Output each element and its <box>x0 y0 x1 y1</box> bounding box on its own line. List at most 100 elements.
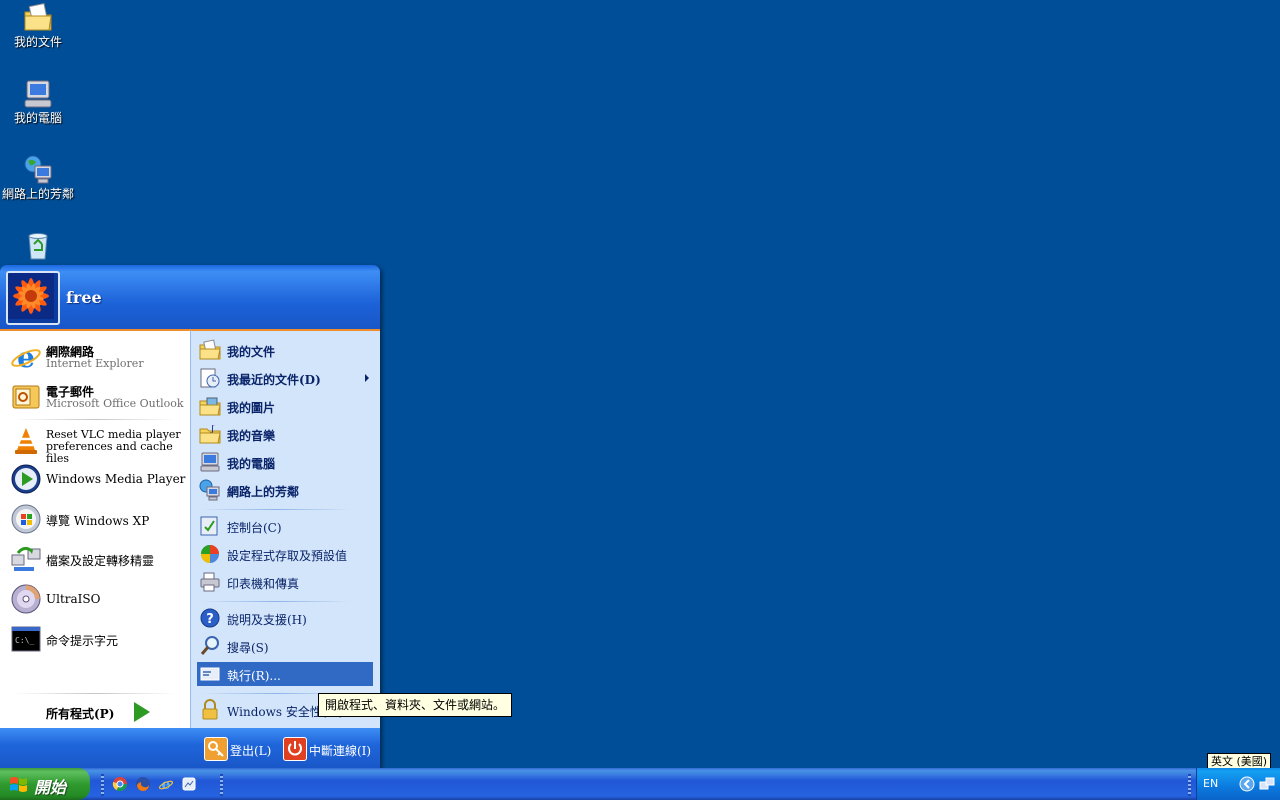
ie-icon[interactable]: e <box>158 776 174 792</box>
program-access-icon <box>201 545 219 563</box>
quick-launch-grip[interactable] <box>101 774 104 796</box>
tour-xp-icon <box>11 504 41 534</box>
my-computer-icon <box>24 80 52 108</box>
place-label: 說明及支援(H) <box>227 613 307 627</box>
program-title: 導覽 Windows XP <box>46 514 150 528</box>
program-internet-explorer[interactable]: e 網際網路 Internet Explorer <box>8 339 186 375</box>
submenu-arrow-icon <box>365 374 369 382</box>
place-label: 我的音樂 <box>227 429 276 443</box>
separator <box>201 601 351 602</box>
key-icon <box>204 737 228 761</box>
desktop-icon-my-computer[interactable]: 我的電腦 <box>0 78 76 125</box>
program-ultraiso[interactable]: UltraISO <box>8 581 186 617</box>
separator <box>14 693 176 694</box>
vlc-icon <box>15 428 37 454</box>
program-outlook[interactable]: 電子郵件 Microsoft Office Outlook <box>8 379 186 415</box>
help-icon: ? <box>200 608 220 628</box>
place-label: 搜尋(S) <box>227 641 269 655</box>
user-name: free <box>66 288 102 307</box>
network-status-icon[interactable] <box>1259 776 1275 792</box>
my-documents-icon <box>199 339 221 360</box>
lock-icon <box>202 699 218 720</box>
disconnect-button[interactable]: 中斷連線(I) <box>283 735 373 761</box>
place-my-computer[interactable]: 我的電腦 <box>197 450 373 474</box>
transfer-wizard-icon <box>11 546 41 571</box>
disconnect-label: 中斷連線(I) <box>309 744 372 758</box>
all-programs-button[interactable]: 所有程式(P) <box>8 697 186 727</box>
windows-flag-icon <box>10 777 27 792</box>
flower-icon <box>8 273 54 319</box>
place-my-music[interactable]: 我的音樂 <box>197 422 373 446</box>
desktop-icon-network-places[interactable]: 網路上的芳鄰 <box>0 154 76 201</box>
run-icon <box>200 667 220 681</box>
program-tour-xp[interactable]: 導覽 Windows XP <box>8 501 186 537</box>
chrome-icon[interactable] <box>112 776 128 792</box>
green-arrow-icon <box>134 702 150 722</box>
svg-text:?: ? <box>206 612 214 627</box>
place-recent-documents[interactable]: 我最近的文件(D) <box>197 366 373 390</box>
place-label: 我的文件 <box>227 345 276 359</box>
place-help[interactable]: ? 說明及支援(H) <box>197 606 373 630</box>
start-button[interactable]: 開始 <box>0 768 90 800</box>
show-desktop-icon[interactable] <box>181 776 197 792</box>
all-programs-label: 所有程式(P) <box>46 707 115 721</box>
taskbar-grip[interactable] <box>220 774 223 796</box>
desktop-icon-label: 我的文件 <box>13 35 62 49</box>
start-menu-footer: 登出(L) 中斷連線(I) <box>0 728 380 768</box>
place-program-access[interactable]: 設定程式存取及預設值 <box>197 542 373 566</box>
network-places-icon <box>24 155 52 184</box>
start-label: 開始 <box>34 778 67 797</box>
printers-icon <box>200 572 220 592</box>
power-icon <box>283 737 307 761</box>
program-subtitle: Microsoft Office Outlook <box>46 397 184 410</box>
firefox-icon[interactable] <box>135 776 151 792</box>
svg-text:e: e <box>162 777 171 792</box>
program-title: 檔案及設定轉移精靈 <box>46 554 155 568</box>
place-label: 我的圖片 <box>227 401 276 415</box>
desktop-icon-label: 我的電腦 <box>13 111 62 125</box>
tray-grip[interactable] <box>1188 774 1191 796</box>
program-command-prompt[interactable]: C:\_ 命令提示字元 <box>8 621 186 657</box>
separator <box>14 419 176 420</box>
desktop-icon-recycle-bin[interactable] <box>0 230 76 264</box>
program-transfer-wizard[interactable]: 檔案及設定轉移精靈 <box>8 541 186 577</box>
place-label: 網路上的芳鄰 <box>227 485 300 499</box>
separator <box>201 509 351 510</box>
recent-documents-icon <box>200 368 220 388</box>
program-vlc-reset[interactable]: Reset VLC media player preferences and c… <box>8 423 186 465</box>
place-label: 印表機和傳真 <box>227 577 300 591</box>
place-search[interactable]: 搜尋(S) <box>197 634 373 658</box>
logoff-button[interactable]: 登出(L) <box>204 735 276 761</box>
place-label: 我的電腦 <box>227 457 276 471</box>
start-menu-header: free <box>0 265 380 329</box>
program-title: 命令提示字元 <box>46 634 119 648</box>
place-control-panel[interactable]: 控制台(C) <box>197 514 373 538</box>
desktop-icon-my-documents[interactable]: 我的文件 <box>0 2 76 49</box>
my-documents-icon <box>24 2 52 31</box>
tray-expand-icon[interactable] <box>1239 776 1255 792</box>
place-my-pictures[interactable]: 我的圖片 <box>197 394 373 418</box>
ultraiso-icon <box>11 584 41 614</box>
place-network-places[interactable]: 網路上的芳鄰 <box>197 478 373 502</box>
place-label: 設定程式存取及預設值 <box>227 549 348 563</box>
my-pictures-icon <box>199 397 221 416</box>
place-label: 執行(R)... <box>227 669 281 683</box>
start-menu-places: 我的文件 我最近的文件(D) 我的圖片 我的音樂 我的電腦 網路上的芳鄰 控制台… <box>190 329 380 730</box>
place-my-documents[interactable]: 我的文件 <box>197 338 373 362</box>
search-icon <box>200 636 219 655</box>
language-indicator[interactable]: EN <box>1203 777 1218 790</box>
start-menu-pinned-programs: e 網際網路 Internet Explorer 電子郵件 Microsoft … <box>0 329 190 730</box>
svg-text:e: e <box>17 341 35 373</box>
program-media-player[interactable]: Windows Media Player <box>8 461 186 497</box>
place-run[interactable]: 執行(R)... <box>197 662 373 686</box>
command-prompt-icon: C:\_ <box>11 626 41 652</box>
avatar[interactable] <box>6 271 60 325</box>
network-places-icon <box>199 479 220 501</box>
program-title: UltraISO <box>46 592 101 606</box>
outlook-icon <box>12 385 40 409</box>
place-label: 控制台(C) <box>227 521 282 535</box>
place-printers[interactable]: 印表機和傳真 <box>197 570 373 594</box>
recycle-bin-icon <box>28 233 48 260</box>
logoff-label: 登出(L) <box>230 744 272 758</box>
program-title: Reset VLC media player preferences and c… <box>46 428 181 465</box>
